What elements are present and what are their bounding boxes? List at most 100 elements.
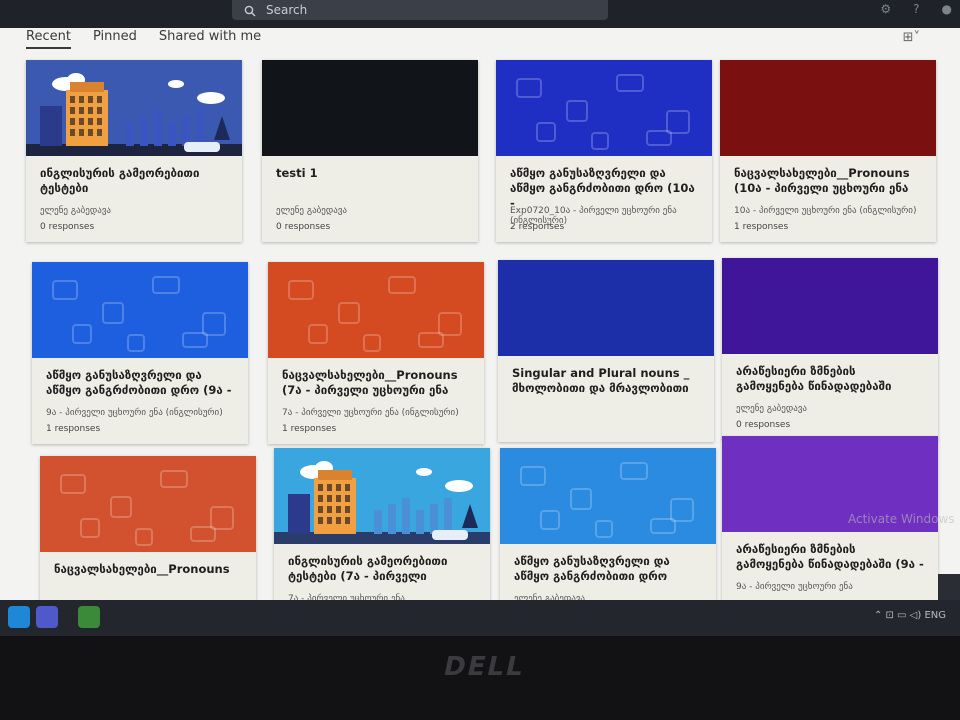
response-count: 1 responses [46,424,101,434]
card-banner [500,448,716,544]
form-card[interactable]: testi 1 ელენე გაბედავა 0 responses [262,60,478,242]
form-card[interactable]: ინგლისურის გამეორებითი ტესტები (7ა - პირ… [274,448,490,600]
pattern-shape-icon [520,466,546,486]
form-owner: ელენე გაბედავა [276,206,347,216]
pattern-shape-icon [570,488,592,510]
pattern-shape-icon [646,130,672,146]
card-banner [40,456,256,552]
chrome-icon[interactable] [78,606,100,628]
pattern-shape-icon [418,332,444,348]
forms-content: Recent Pinned Shared with me ⊞˅ ინგლისურ… [0,28,960,600]
notification-icon[interactable] [938,574,960,600]
form-title[interactable]: არაწესიერი ზმნების გამოყენება წინადადება… [736,364,926,394]
form-card[interactable]: Singular and Plural nouns _ მხოლობითი და… [498,260,714,442]
card-banner [722,258,938,354]
form-card[interactable]: არაწესიერი ზმნების გამოყენება წინადადება… [722,258,938,440]
form-card[interactable]: ინგლისურის გამეორებითი ტესტები ელენე გაბე… [26,60,242,242]
form-title[interactable]: ნაცვალსახელები__Pronouns (7ა - პირველი უ… [282,368,472,398]
pattern-shape-icon [60,474,86,494]
pattern-shape-icon [72,324,92,344]
title-bar: Search ⚙ ? ● [0,0,960,28]
pattern-shape-icon [616,74,644,92]
form-title[interactable]: Singular and Plural nouns _ მხოლობითი და… [512,366,702,396]
form-title[interactable]: აწმყო განუსაზღვრელი და აწმყო განგრძობითი… [510,166,700,211]
form-card[interactable]: აწმყო განუსაზღვრელი და აწმყო განგრძობითი… [500,448,716,600]
avatar[interactable]: ● [942,2,952,16]
pattern-shape-icon [135,528,153,546]
form-title[interactable]: ნაცვალსახელები__Pronouns [54,562,244,577]
form-owner: ელენე გაბედავა [736,404,807,414]
card-banner [274,448,490,544]
pattern-shape-icon [595,520,613,538]
card-banner [496,60,712,156]
pattern-shape-icon [536,122,556,142]
activation-watermark: Activate Windows [848,512,955,526]
pattern-shape-icon [110,496,132,518]
pattern-shape-icon [540,510,560,530]
teams-icon[interactable] [36,606,58,628]
pattern-shape-icon [308,324,328,344]
pattern-shape-icon [288,280,314,300]
tab-shared-with-me[interactable]: Shared with me [159,28,261,52]
pattern-shape-icon [182,332,208,348]
card-banner [498,260,714,356]
card-banner [26,60,242,156]
search-placeholder: Search [266,3,308,17]
response-count: 1 responses [734,222,789,232]
pattern-shape-icon [650,518,676,534]
pattern-shape-icon [152,276,180,294]
pattern-shape-icon [338,302,360,324]
form-owner: 10ა - პირველი უცხოური ენა (ინგლისური) [734,206,917,216]
pattern-shape-icon [388,276,416,294]
form-title[interactable]: ინგლისურის გამეორებითი ტესტები [40,166,230,196]
grid-view-icon[interactable]: ⊞˅ [903,30,920,45]
tab-recent[interactable]: Recent [26,28,71,49]
taskbar: ⌃ ⊡ ▭ ◁) ENG [0,600,960,636]
form-title[interactable]: testi 1 [276,166,466,181]
card-banner [720,60,936,156]
form-owner: 9ა - პირველი უცხოური ენა (ინგლისური) [46,408,223,418]
form-title[interactable]: არაწესიერი ზმნების გამოყენება წინადადება… [736,542,926,572]
pattern-shape-icon [363,334,381,352]
city-illustration-icon [26,73,242,156]
form-card[interactable]: აწმყო განუსაზღვრელი და აწმყო განგრძობითი… [32,262,248,444]
pattern-shape-icon [52,280,78,300]
pattern-shape-icon [591,132,609,150]
pattern-shape-icon [102,302,124,324]
form-owner: 9ა - პირველი უცხოური ენა [736,582,853,592]
form-title[interactable]: აწმყო განუსაზღვრელი და აწმყო განგრძობითი… [514,554,704,584]
response-count: 0 responses [736,420,791,430]
gear-icon[interactable]: ⚙ [880,2,891,16]
response-count: 0 responses [40,222,95,232]
response-count: 1 responses [282,424,337,434]
form-title[interactable]: აწმყო განუსაზღვრელი და აწმყო განგრძობითი… [46,368,236,398]
form-card[interactable]: ნაცვალსახელები__Pronouns (10ა - პირველი … [720,60,936,242]
dell-logo: DELL [440,652,528,682]
search-box[interactable]: Search [232,0,608,20]
card-banner [262,60,478,156]
pattern-shape-icon [190,526,216,542]
form-owner: 7ა - პირველი უცხოური ენა (ინგლისური) [282,408,459,418]
response-count: 2 responses [510,222,565,232]
form-title[interactable]: ნაცვალსახელები__Pronouns (10ა - პირველი … [734,166,924,196]
pattern-shape-icon [80,518,100,538]
form-owner: ელენე გაბედავა [40,206,111,216]
pattern-shape-icon [566,100,588,122]
edge-icon[interactable] [8,606,30,628]
city-illustration-icon [274,461,490,544]
search-icon [244,3,256,23]
pattern-shape-icon [127,334,145,352]
card-banner [32,262,248,358]
window-controls: ⚙ ? ● [880,2,952,16]
tab-pinned[interactable]: Pinned [93,28,137,52]
form-card[interactable]: ნაცვალსახელები__Pronouns (7ა - პირველი უ… [268,262,484,444]
form-title[interactable]: ინგლისურის გამეორებითი ტესტები (7ა - პირ… [288,554,478,584]
card-banner [268,262,484,358]
system-tray[interactable]: ⌃ ⊡ ▭ ◁) ENG [874,610,946,621]
pattern-shape-icon [160,470,188,488]
response-count: 0 responses [276,222,331,232]
form-card[interactable]: აწმყო განუსაზღვრელი და აწმყო განგრძობითი… [496,60,712,242]
form-card[interactable]: ნაცვალსახელები__Pronounsელენე გაბედავა [40,456,256,600]
help-icon[interactable]: ? [913,2,919,16]
tab-bar: Recent Pinned Shared with me [26,28,261,52]
